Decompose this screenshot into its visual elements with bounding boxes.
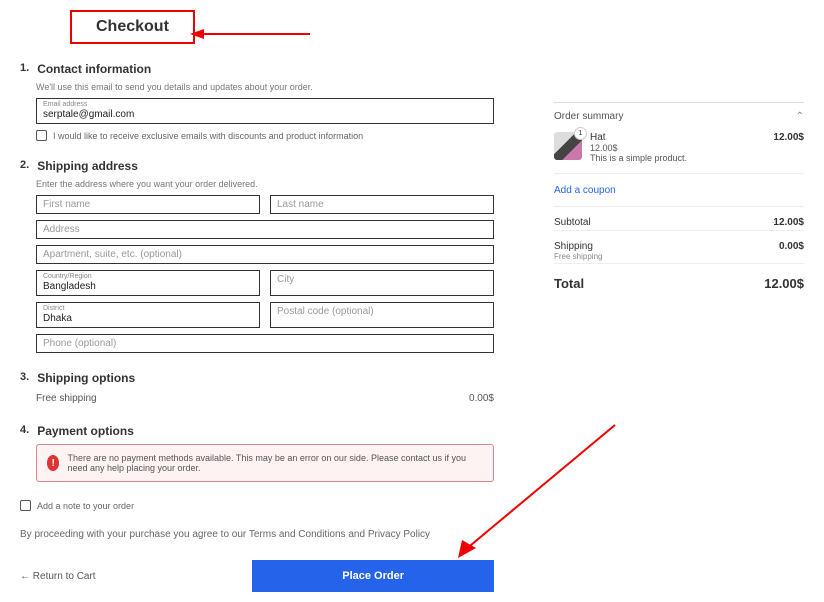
summary-heading: Order summary xyxy=(554,111,623,122)
section-number: 1. xyxy=(20,62,29,76)
ship-value: 0.00$ xyxy=(779,241,804,261)
address-field[interactable]: Address xyxy=(36,220,494,239)
ship-price: 0.00$ xyxy=(469,393,494,404)
contact-heading: Contact information xyxy=(37,62,151,76)
apt-field[interactable]: Apartment, suite, etc. (optional) xyxy=(36,245,494,264)
payment-error-text: There are no payment methods available. … xyxy=(67,453,483,473)
terms-text: By proceeding with your purchase you agr… xyxy=(20,529,494,540)
shipping-heading: Shipping address xyxy=(37,159,138,173)
optin-label: I would like to receive exclusive emails… xyxy=(53,131,363,141)
payment-error: ! There are no payment methods available… xyxy=(36,444,494,482)
error-icon: ! xyxy=(47,455,59,471)
ship-label: Shipping xyxy=(554,241,593,252)
privacy-link[interactable]: Privacy Policy xyxy=(368,529,430,540)
section-number: 2. xyxy=(20,159,29,173)
item-price: 12.00$ xyxy=(773,132,804,163)
item-desc: This is a simple product. xyxy=(590,153,765,163)
item-price-line: 12.00$ xyxy=(590,143,765,153)
ship-option-row[interactable]: Free shipping 0.00$ xyxy=(36,391,494,406)
subtotal-value: 12.00$ xyxy=(773,217,804,228)
total-value: 12.00$ xyxy=(764,276,804,291)
section-number: 3. xyxy=(20,371,29,385)
page-title-box: Checkout xyxy=(70,10,195,44)
district-field[interactable]: District Dhaka xyxy=(36,302,260,328)
ship-sub: Free shipping xyxy=(554,252,602,261)
email-value: serptale@gmail.com xyxy=(43,109,134,120)
last-name-field[interactable]: Last name xyxy=(270,195,494,214)
postal-field[interactable]: Postal code (optional) xyxy=(270,302,494,328)
shipopt-heading: Shipping options xyxy=(37,371,135,385)
page-title: Checkout xyxy=(96,18,169,36)
first-name-field[interactable]: First name xyxy=(36,195,260,214)
city-field[interactable]: City xyxy=(270,270,494,296)
total-label: Total xyxy=(554,276,584,291)
section-number: 4. xyxy=(20,424,29,438)
email-field[interactable]: Email address serptale@gmail.com xyxy=(36,98,494,124)
add-coupon-link[interactable]: Add a coupon xyxy=(554,185,616,196)
note-checkbox[interactable] xyxy=(20,500,31,511)
item-thumbnail xyxy=(554,132,582,160)
return-link[interactable]: Return to Cart xyxy=(20,571,96,582)
country-field[interactable]: Country/Region Bangladesh xyxy=(36,270,260,296)
contact-hint: We'll use this email to send you details… xyxy=(36,82,494,92)
item-name: Hat xyxy=(590,132,765,143)
annotation-arrow-left xyxy=(190,26,310,42)
phone-field[interactable]: Phone (optional) xyxy=(36,334,494,353)
chevron-up-icon[interactable]: ⌃ xyxy=(796,111,804,122)
note-label: Add a note to your order xyxy=(37,501,134,511)
summary-item: Hat 12.00$ This is a simple product. 12.… xyxy=(554,128,804,174)
optin-checkbox[interactable] xyxy=(36,130,47,141)
payment-heading: Payment options xyxy=(37,424,134,438)
place-order-button[interactable]: Place Order xyxy=(252,560,494,592)
terms-link[interactable]: Terms and Conditions xyxy=(249,529,346,540)
shipping-hint: Enter the address where you want your or… xyxy=(36,179,494,189)
subtotal-label: Subtotal xyxy=(554,217,591,228)
ship-method: Free shipping xyxy=(36,393,97,404)
email-label: Email address xyxy=(43,101,487,108)
